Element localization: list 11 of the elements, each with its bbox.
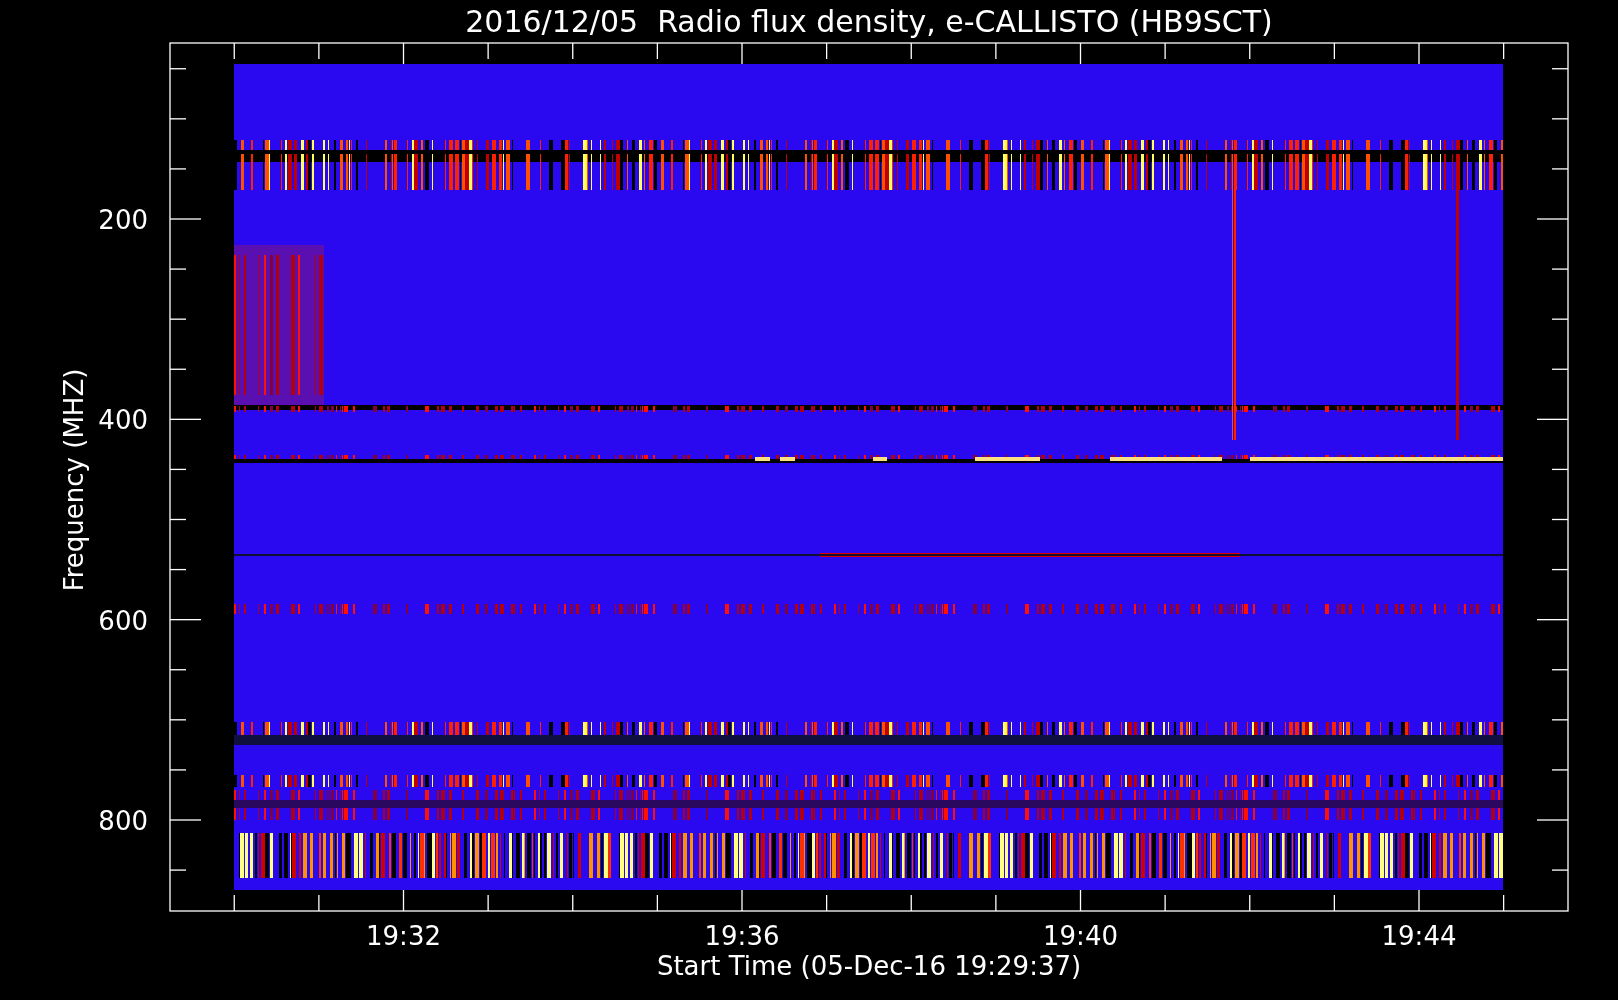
chart-title: 2016/12/05 Radio flux density, e-CALLISTO (HB9SCT) (465, 4, 1273, 39)
y-tick-label: 400 (98, 405, 148, 436)
y-tick-label: 600 (98, 605, 148, 636)
y-tick-label: 200 (98, 205, 148, 235)
x-tick-label: 19:44 (1381, 921, 1457, 951)
x-tick-label: 19:36 (704, 921, 780, 951)
x-tick-label: 19:40 (1043, 921, 1118, 951)
y-axis-label: Frequency (MHZ) (59, 368, 89, 592)
y-tick-label: 800 (98, 806, 148, 836)
x-tick-label: 19:32 (366, 921, 441, 951)
x-axis-label: Start Time (05-Dec-16 19:29:37) (656, 951, 1082, 981)
